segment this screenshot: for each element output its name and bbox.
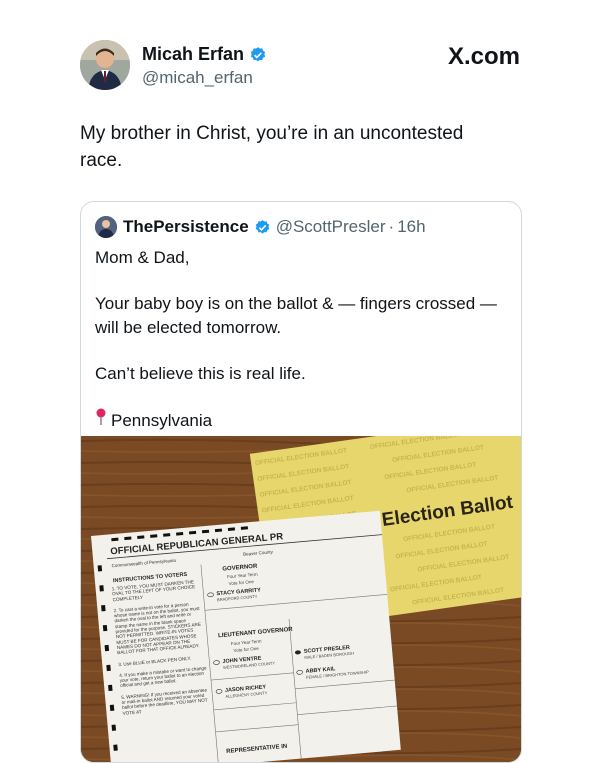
tweet-text: My brother in Christ, you’re in an uncon…	[80, 123, 464, 171]
author-avatar[interactable]	[80, 40, 130, 90]
quoted-author-avatar[interactable]	[95, 216, 117, 238]
verified-badge-icon	[255, 219, 269, 234]
quoted-line: Your baby boy is on the ballot & — finge…	[95, 294, 497, 337]
location-pin-icon	[95, 408, 107, 433]
author-handle[interactable]: @micah_erfan	[142, 68, 253, 88]
quoted-text: Mom & Dad, Your baby boy is on the ballo…	[95, 246, 505, 433]
location-line: Pennsylvania	[95, 408, 505, 433]
ballot-photo[interactable]: OFFICIAL ELECTION BALLOT OFFICIAL ELECTI…	[81, 436, 521, 762]
tweet-header: Micah Erfan @micah_erfan X.com	[80, 38, 520, 94]
quoted-author-name[interactable]: ThePersistence	[123, 217, 249, 237]
instruction-item: 4. If you make a mistake or want to chan…	[119, 665, 207, 689]
quoted-tweet[interactable]: ThePersistence @ScottPresler · 16h Mom &…	[80, 201, 522, 763]
instruction-item: 3. Use BLUE or BLACK PEN ONLY.	[118, 655, 192, 667]
location-text: Pennsylvania	[111, 411, 213, 430]
quoted-timestamp[interactable]: 16h	[397, 217, 425, 237]
quoted-author-handle[interactable]: @ScottPresler	[276, 217, 386, 237]
x-logo: X.com	[447, 43, 520, 70]
instruction-item: 5. WARNING! If you received an absentee …	[120, 687, 208, 716]
quoted-line: Can’t believe this is real life.	[95, 364, 306, 383]
author-name[interactable]: Micah Erfan	[142, 44, 244, 65]
separator-dot: ·	[388, 217, 395, 236]
instruction-item: 2. To cast a write-in vote for a person …	[113, 601, 202, 656]
quoted-line: Mom & Dad,	[95, 248, 190, 267]
verified-badge-icon	[250, 46, 266, 61]
ballot-paper: OFFICIAL REPUBLICAN GENERAL PR Commonwea…	[91, 510, 401, 762]
